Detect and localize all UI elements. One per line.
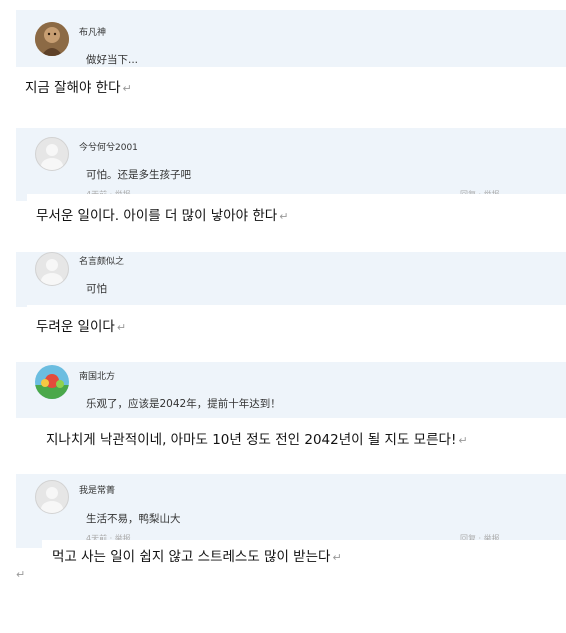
comment-username[interactable]: 南国北方 <box>79 369 115 382</box>
paragraph-mark-icon: ↵ <box>332 551 342 564</box>
translation-label: 무서운 일이다. 아이를 더 많이 낳아야 한다 <box>36 208 278 224</box>
translation-label: 지나치게 낙관적이네, 아마도 10년 정도 전인 2042년이 될 지도 모른… <box>46 432 457 448</box>
comment-username[interactable]: 我是常菁 <box>79 483 115 496</box>
comment-text: 乐观了，应该是2042年，提前十年达到！ <box>86 398 281 410</box>
paragraph-mark-icon: ↵ <box>16 568 26 581</box>
avatar[interactable] <box>35 480 69 514</box>
comment-text: 生活不易，鸭梨山大 <box>86 513 181 525</box>
comment-username[interactable]: 布凡神 <box>79 25 106 38</box>
translation-label: 두려운 일이다 <box>36 319 115 335</box>
paragraph-mark-icon: ↵ <box>458 434 468 447</box>
paragraph-mark-icon: ↵ <box>279 210 289 223</box>
translation-label: 지금 잘해야 한다 <box>25 80 121 96</box>
translation-text: 무서운 일이다. 아이를 더 많이 낳아야 한다 ↵ <box>27 194 566 252</box>
comment-text: 做好当下... <box>86 54 139 66</box>
translation-text: 지금 잘해야 한다 ↵ <box>18 76 225 100</box>
avatar[interactable] <box>35 22 69 56</box>
translation-text: 두려운 일이다 ↵ <box>27 305 566 365</box>
translation-text: 먹고 사는 일이 쉽지 않고 스트레스도 많이 받는다 ↵ <box>42 540 566 568</box>
translation-text: 지나치게 낙관적이네, 아마도 10년 정도 전인 2042년이 될 지도 모른… <box>36 418 566 474</box>
avatar[interactable] <box>35 137 69 171</box>
comment-username[interactable]: 今兮何兮2001 <box>79 140 138 153</box>
comment-text: 可怕 <box>86 283 107 295</box>
paragraph-mark-icon: ↵ <box>122 82 132 95</box>
avatar[interactable] <box>35 365 69 399</box>
paragraph-mark-icon: ↵ <box>116 321 127 334</box>
translation-label: 먹고 사는 일이 쉽지 않고 스트레스도 많이 받는다 <box>52 549 331 565</box>
comment-text: 可怕。还是多生孩子吧 <box>86 169 191 181</box>
comment-username[interactable]: 名言颇似之 <box>79 254 124 267</box>
avatar[interactable] <box>35 252 69 286</box>
